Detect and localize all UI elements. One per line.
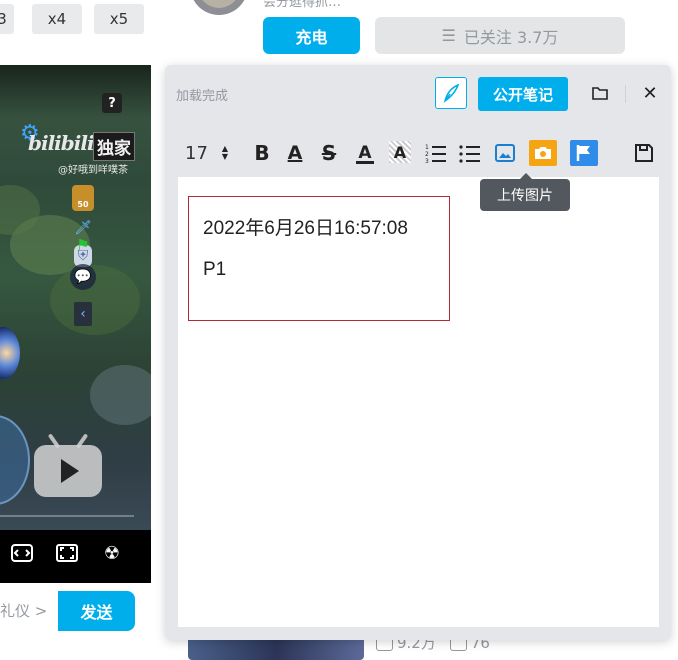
flag-icon[interactable] xyxy=(570,140,598,166)
editor-toolbar: 17 ▲ ▼ B A S A A 123 xyxy=(165,133,671,177)
feather-icon[interactable] xyxy=(435,77,467,109)
follow-label: 已关注 3.7万 xyxy=(463,27,559,47)
fullscreen-icon[interactable] xyxy=(55,542,79,564)
camera-icon[interactable] xyxy=(529,140,557,166)
send-danmaku-button[interactable]: 发送 xyxy=(58,591,135,631)
widescreen-icon[interactable] xyxy=(10,542,34,564)
text-color-icon[interactable]: A xyxy=(354,141,376,165)
hero-portrait xyxy=(0,327,20,379)
menu-icon: ☰ xyxy=(441,26,456,45)
note-panel: 加载完成 公开笔记 ✕ 17 ▲ ▼ B A S A A 123 2022年6月… xyxy=(165,65,671,640)
highlight-icon[interactable]: A xyxy=(389,141,411,163)
note-timestamp[interactable]: 2022年6月26日16:57:08 xyxy=(203,213,408,240)
progress-bar[interactable] xyxy=(0,515,134,517)
player-control-bar: ☢ xyxy=(0,530,151,583)
svg-text:2: 2 xyxy=(425,151,429,158)
follow-button[interactable]: ☰ 已关注 3.7万 xyxy=(375,17,625,54)
upload-image-icon[interactable] xyxy=(494,141,516,165)
chat-bubble-icon: 💬 xyxy=(70,264,96,290)
note-load-status: 加载完成 xyxy=(176,89,229,104)
speed-option-x5[interactable]: x5 xyxy=(94,4,144,34)
svg-text:1: 1 xyxy=(425,144,429,151)
play-icon[interactable] xyxy=(34,433,102,497)
font-size-stepper-icon[interactable]: ▲ ▼ xyxy=(219,141,231,165)
uploader-avatar[interactable] xyxy=(190,0,248,15)
folder-icon[interactable] xyxy=(587,80,613,106)
speed-option-3[interactable]: 3 xyxy=(0,4,14,34)
header-divider xyxy=(625,85,626,103)
bilibili-logo: bilibili xyxy=(28,131,95,155)
joystick-control xyxy=(0,415,30,505)
save-icon[interactable] xyxy=(632,141,656,165)
green-banner-icon: ⚑ xyxy=(76,236,90,254)
underline-icon[interactable]: A xyxy=(284,141,306,165)
strikethrough-icon[interactable]: S xyxy=(318,141,340,165)
unordered-list-icon[interactable] xyxy=(458,141,482,165)
danmaku-etiquette-link[interactable]: 礼仪 > xyxy=(0,600,47,621)
video-watermark: @好哦到咩噗茶 xyxy=(58,165,128,176)
note-editor[interactable]: 2022年6月26日16:57:08 P1 xyxy=(178,177,659,627)
close-icon[interactable]: ✕ xyxy=(637,80,663,106)
uploader-name[interactable]: 会分逛得抓… xyxy=(263,0,341,10)
radiation-icon[interactable]: ☢ xyxy=(100,542,124,564)
charge-button[interactable]: 充电 xyxy=(263,17,360,54)
bold-icon[interactable]: B xyxy=(251,141,273,165)
svg-text:3: 3 xyxy=(425,158,429,163)
speed-option-x4[interactable]: x4 xyxy=(32,4,82,34)
publish-note-button[interactable]: 公开笔记 xyxy=(478,77,568,111)
exclusive-badge: 独家 xyxy=(93,132,135,161)
coin-icon: 50 xyxy=(72,185,94,211)
upload-image-tooltip: 上传图片 xyxy=(480,173,570,211)
help-icon[interactable]: ? xyxy=(102,93,122,113)
selected-note-block[interactable]: 2022年6月26日16:57:08 P1 xyxy=(188,196,450,321)
video-player[interactable]: ? ⚙ bilibili 独家 @好哦到咩噗茶 50 🗡 ⛨ 💬 ⚑ ‹ xyxy=(0,65,151,530)
player-top-gradient xyxy=(0,65,151,120)
note-page-label[interactable]: P1 xyxy=(203,259,226,281)
font-size-value[interactable]: 17 xyxy=(185,141,208,165)
ordered-list-icon[interactable]: 123 xyxy=(424,141,448,165)
chevron-left-icon[interactable]: ‹ xyxy=(74,302,92,326)
